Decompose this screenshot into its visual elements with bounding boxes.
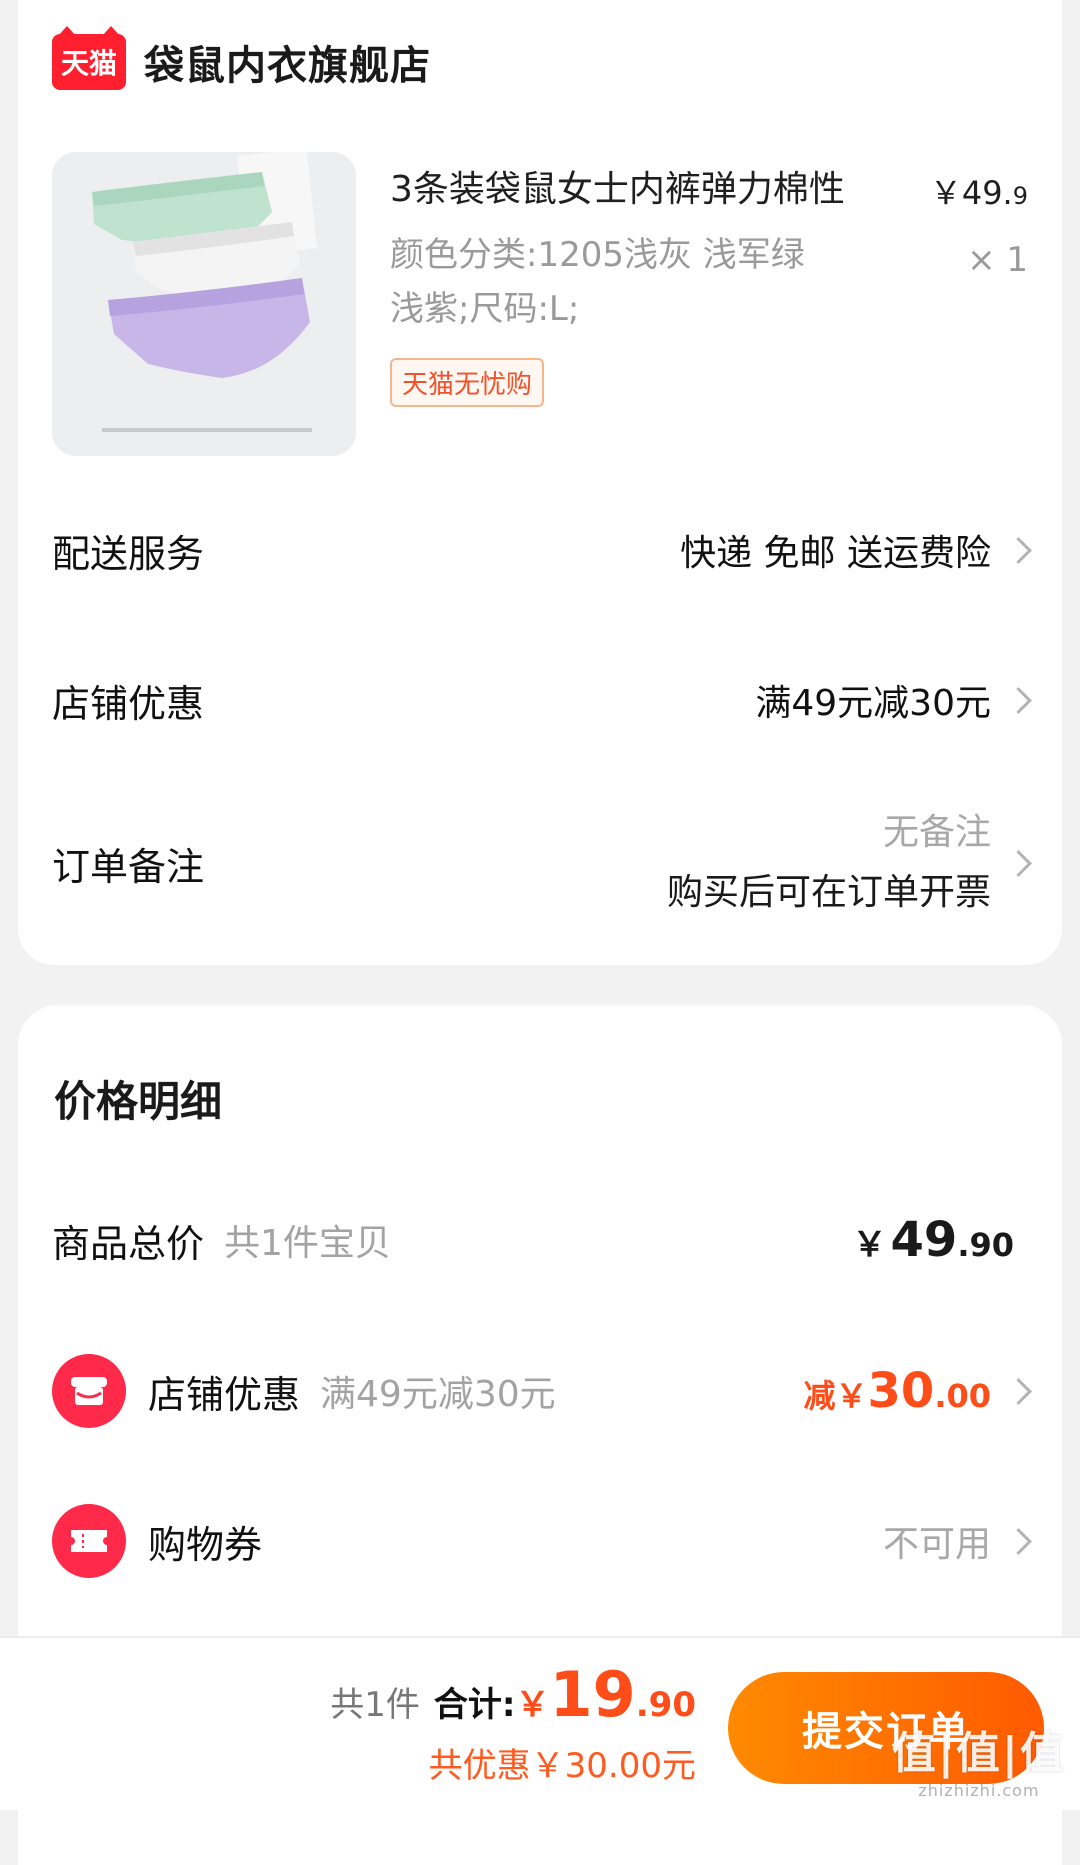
order-note-label: 订单备注 bbox=[52, 844, 205, 889]
price-detail-title: 价格明细 bbox=[54, 1077, 223, 1126]
invoice-hint: 购买后可在订单开票 bbox=[666, 872, 991, 913]
total-saved: 共优惠￥30.00元 bbox=[428, 1746, 696, 1786]
price-store-discount-amount: 减￥ 30.00 bbox=[803, 1363, 992, 1419]
price-store-discount-label: 店铺优惠 bbox=[148, 1372, 301, 1417]
watermark-logo: 值|值|值 bbox=[891, 1728, 1066, 1779]
chevron-right-icon bbox=[1005, 1377, 1032, 1405]
total-amount: ￥ 19.90 bbox=[515, 1658, 696, 1731]
coupon-glyph bbox=[71, 1530, 107, 1552]
product-spec: 颜色分类:1205浅灰 浅军绿 浅紫;尺码:L; bbox=[390, 235, 805, 329]
checkout-bar: 共1件 合计: ￥ 19.90 共优惠￥30.00元 提交订单 值|值|值 zhi… bbox=[0, 1636, 1080, 1810]
store-discount-row[interactable]: 店铺优惠 满49元减30元 bbox=[52, 660, 1032, 740]
chevron-right-icon bbox=[1005, 686, 1032, 714]
goods-total-amount: ￥49.90 bbox=[852, 1212, 1014, 1268]
product-illustration bbox=[52, 152, 356, 456]
watermark-url: zhizhizhi.com bbox=[918, 1781, 1040, 1800]
store-discount-value-wrap: 满49元减30元 bbox=[755, 674, 1032, 726]
coupon-left: 购物券 bbox=[52, 1504, 262, 1578]
total-line: 共1件 合计: ￥ 19.90 bbox=[330, 1658, 696, 1731]
goods-total-count: 共1件宝贝 bbox=[224, 1223, 391, 1264]
chevron-right-icon bbox=[1005, 536, 1032, 564]
order-note-row[interactable]: 订单备注 无备注 购买后可在订单开票 bbox=[52, 798, 1032, 928]
product-unit-price: ￥49.9 bbox=[929, 174, 1028, 212]
price-store-discount-value-wrap: 减￥ 30.00 bbox=[803, 1363, 1032, 1419]
goods-total-left: 商品总价 共1件宝贝 bbox=[52, 1213, 391, 1268]
delivery-value-wrap: 快递 免邮 送运费险 bbox=[680, 524, 1032, 576]
store-header[interactable]: 天猫 袋鼠内衣旗舰店 bbox=[52, 26, 431, 94]
goods-total-row: 商品总价 共1件宝贝 ￥49.90 bbox=[52, 1200, 1028, 1280]
delivery-value: 快递 免邮 送运费险 bbox=[680, 533, 991, 574]
product-image[interactable] bbox=[52, 152, 356, 456]
chevron-right-icon bbox=[1005, 1527, 1032, 1555]
price-store-discount-left: 店铺优惠 满49元减30元 bbox=[52, 1354, 556, 1428]
watermark: 值|值|值 zhizhizhi.com bbox=[892, 1717, 1066, 1800]
chevron-right-icon bbox=[1005, 849, 1032, 877]
coupon-status: 不可用 bbox=[882, 1524, 991, 1565]
order-note-placeholder: 无备注 bbox=[882, 812, 991, 853]
coupon-row[interactable]: 购物券 不可用 bbox=[52, 1496, 1032, 1586]
store-name[interactable]: 袋鼠内衣旗舰店 bbox=[144, 33, 431, 91]
coupon-icon bbox=[52, 1504, 126, 1578]
product-title[interactable]: 3条装袋鼠女士内裤弹力棉性 bbox=[390, 160, 845, 212]
coupon-value-wrap: 不可用 bbox=[882, 1515, 1032, 1567]
price-store-discount-rule: 满49元减30元 bbox=[320, 1374, 556, 1415]
store-discount-label: 店铺优惠 bbox=[52, 681, 205, 726]
store-glyph bbox=[71, 1377, 107, 1405]
price-store-discount-row[interactable]: 店铺优惠 满49元减30元 减￥ 30.00 bbox=[52, 1346, 1032, 1436]
coupon-label: 购物券 bbox=[148, 1522, 263, 1567]
order-note-value-wrap: 无备注 购买后可在订单开票 bbox=[667, 803, 1032, 923]
tmall-logo-icon: 天猫 bbox=[52, 26, 126, 90]
total-item-count: 共1件 bbox=[330, 1685, 420, 1725]
store-icon bbox=[52, 1354, 126, 1428]
delivery-label: 配送服务 bbox=[52, 531, 205, 576]
order-note-lines: 无备注 购买后可在订单开票 bbox=[667, 803, 991, 923]
goods-total-label: 商品总价 bbox=[52, 1221, 205, 1266]
product-quantity: × 1 bbox=[967, 240, 1028, 280]
tmall-worry-free-tag: 天猫无忧购 bbox=[390, 358, 545, 407]
store-discount-value: 满49元减30元 bbox=[755, 683, 991, 724]
total-label: 合计: bbox=[433, 1685, 516, 1725]
delivery-row[interactable]: 配送服务 快递 免邮 送运费险 bbox=[52, 510, 1032, 590]
